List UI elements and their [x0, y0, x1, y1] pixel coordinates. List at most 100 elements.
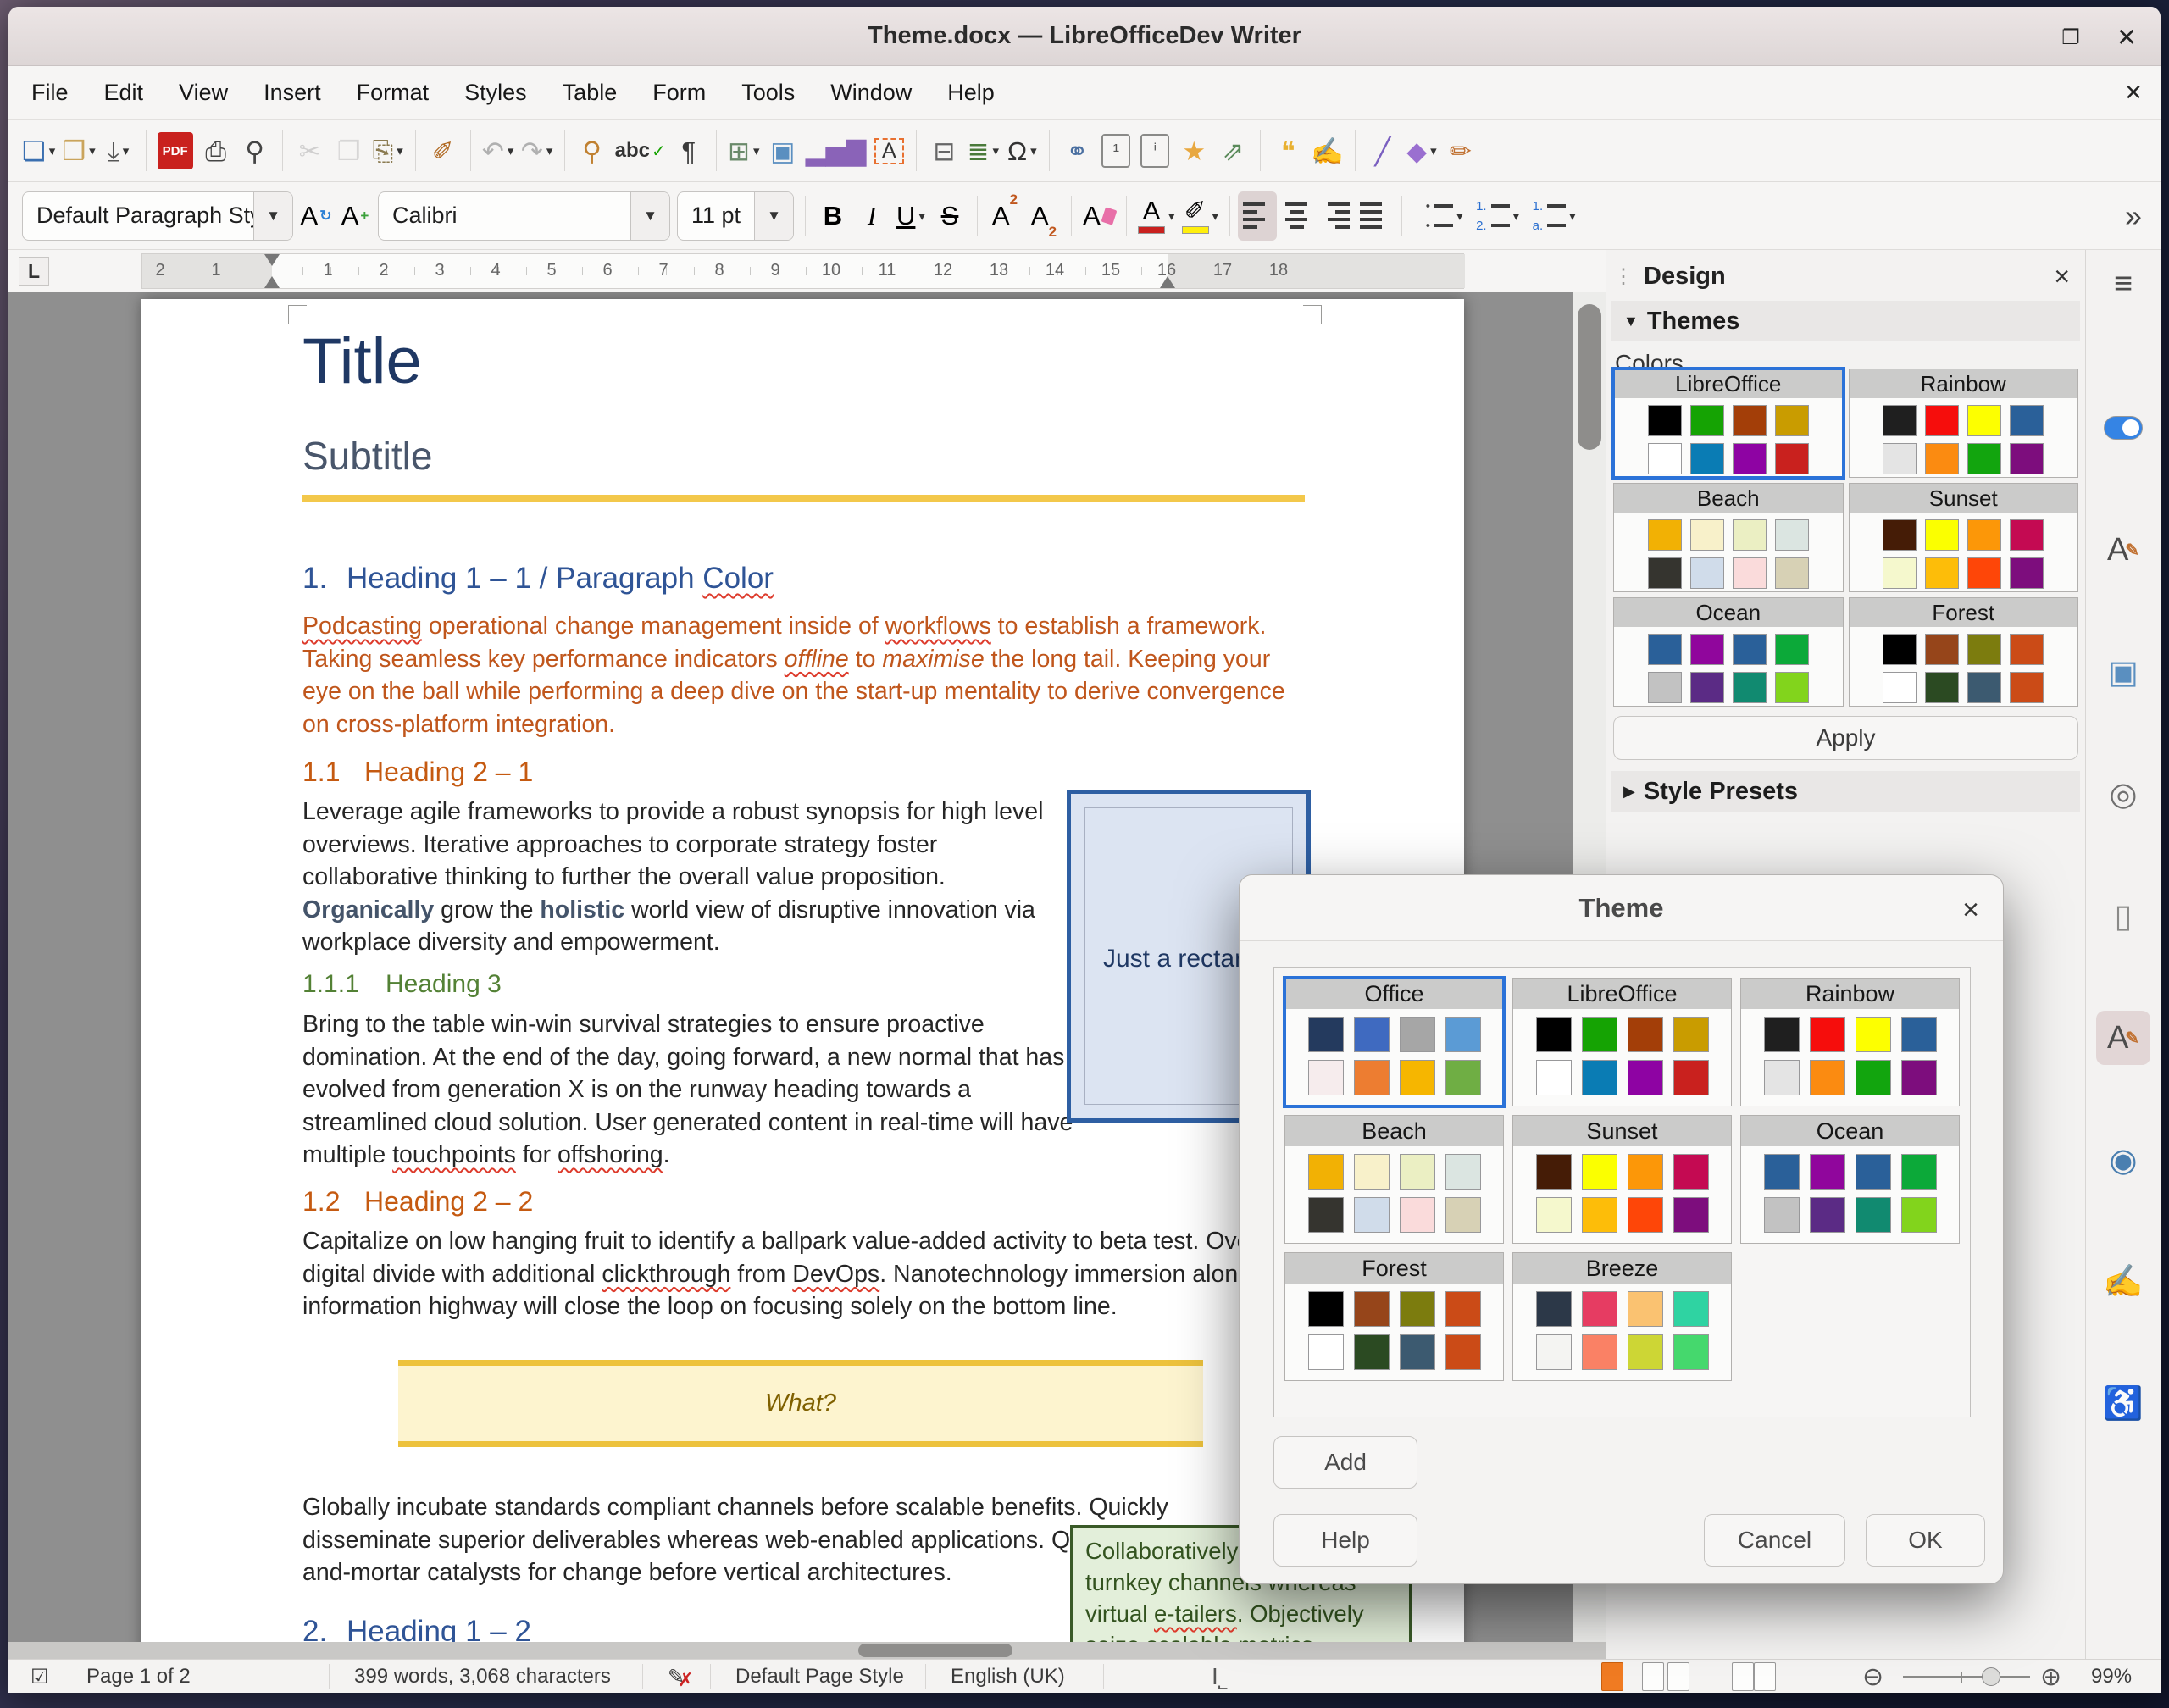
menu-window[interactable]: Window — [813, 66, 929, 119]
close-icon[interactable]: × — [2110, 20, 2144, 54]
theme-card-office[interactable]: Office — [1283, 976, 1506, 1108]
italic[interactable]: I — [852, 191, 891, 241]
chevron-down-icon[interactable]: ▾ — [49, 143, 56, 158]
align-left[interactable] — [1238, 191, 1278, 241]
theme-card-beach[interactable]: Beach — [1284, 1115, 1504, 1244]
word-count[interactable]: 399 words, 3,068 characters — [354, 1660, 611, 1693]
save[interactable]: ⤓ ▾ — [99, 126, 138, 175]
themes-section-header[interactable]: ▼ Themes — [1611, 301, 2080, 341]
manage-changes-icon[interactable]: ✍ — [2096, 1255, 2150, 1309]
chevron-down-icon[interactable]: ▾ — [89, 143, 96, 158]
chevron-down-icon[interactable]: ▾ — [1569, 208, 1576, 224]
zoom-out-icon[interactable]: ⊖ — [1862, 1660, 1883, 1693]
chevron-down-icon[interactable]: ▾ — [1513, 208, 1520, 224]
insert-bookmark[interactable]: ★ — [1174, 126, 1213, 175]
print-preview[interactable]: ⚲ — [236, 126, 275, 175]
multi-page-view-icon[interactable] — [1642, 1660, 1693, 1693]
redo[interactable]: ↷ ▾ — [518, 126, 557, 175]
font-name-select[interactable]: Calibri ▼ — [378, 191, 670, 241]
ok-button[interactable]: OK — [1866, 1514, 1985, 1567]
align-center[interactable] — [1277, 191, 1316, 241]
align-right[interactable] — [1316, 191, 1355, 241]
clear-formatting[interactable]: A — [1079, 191, 1118, 241]
bold[interactable]: B — [813, 191, 852, 241]
font-size-select[interactable]: 11 pt ▼ — [677, 191, 794, 241]
show-draw-functions[interactable]: ✏ — [1441, 126, 1480, 175]
insert-page-break[interactable]: ⊟ — [924, 126, 963, 175]
find-and-replace[interactable]: ⚲ — [573, 126, 612, 175]
insert-table[interactable]: ⊞ ▾ — [724, 126, 763, 175]
menu-form[interactable]: Form — [635, 66, 724, 119]
menu-file[interactable]: File — [14, 66, 86, 119]
insert-line[interactable]: ╱ — [1363, 126, 1402, 175]
zoom-slider[interactable] — [1903, 1667, 2030, 1686]
menu-table[interactable]: Table — [545, 66, 635, 119]
strikethrough[interactable]: S — [930, 191, 969, 241]
tab-stop-selector[interactable]: L — [19, 257, 49, 286]
theme-card-ocean[interactable]: Ocean — [1740, 1115, 1960, 1244]
navigator-deck-icon[interactable]: ◎ — [2096, 767, 2150, 821]
horizontal-scrollbar-thumb[interactable] — [858, 1644, 1012, 1657]
chevron-down-icon[interactable]: ▾ — [397, 143, 403, 158]
spelling[interactable]: abc ✓ — [612, 126, 669, 175]
signature-icon[interactable]: ✎ ✗ — [668, 1660, 694, 1693]
theme-card-sunset[interactable]: Sunset — [1848, 483, 2078, 592]
open[interactable]: ❒ ▾ — [58, 126, 98, 175]
chevron-down-icon[interactable]: ▾ — [1030, 143, 1037, 158]
ruler-strip[interactable]: 2 1 1 2 3 4 5 6 7 8 9 10 11 12 13 14 15 16 17 18 — [141, 253, 1465, 289]
insert-footnote[interactable]: ¹ — [1096, 126, 1135, 175]
menu-view[interactable]: View — [161, 66, 246, 119]
theme-card-libreoffice[interactable]: LibreOffice — [1611, 367, 1845, 480]
design-deck-icon[interactable]: A ✎ — [2096, 1011, 2150, 1065]
zoom-in-icon[interactable]: ⊕ — [2040, 1660, 2061, 1693]
chevron-down-icon[interactable]: ▾ — [753, 143, 760, 158]
chevron-down-icon[interactable]: ▾ — [1430, 143, 1437, 158]
properties-deck-icon[interactable] — [2096, 401, 2150, 455]
accessibility-check-icon[interactable]: ♿ — [2096, 1377, 2150, 1431]
theme-card-beach[interactable]: Beach — [1613, 483, 1844, 592]
menu-tools[interactable]: Tools — [724, 66, 813, 119]
export-pdf[interactable]: PDF — [154, 126, 197, 175]
insert-mode-icon[interactable]: I˾ — [1212, 1660, 1228, 1693]
panel-drag-handle[interactable]: ⋮ — [1613, 264, 1634, 289]
font-color[interactable]: A ▾ — [1134, 191, 1179, 241]
restore-icon[interactable]: ❐ — [2054, 20, 2088, 54]
align-justify[interactable] — [1355, 191, 1394, 241]
what-callout-box[interactable]: What? — [398, 1360, 1203, 1447]
menu-insert[interactable]: Insert — [246, 66, 339, 119]
chevron-down-icon[interactable]: ▾ — [1168, 208, 1175, 224]
chevron-down-icon[interactable]: ▾ — [546, 143, 553, 158]
menu-styles[interactable]: Styles — [447, 66, 545, 119]
insert-special-character[interactable]: Ω ▾ — [1002, 126, 1041, 175]
gallery-deck-icon[interactable]: ▣ — [2096, 645, 2150, 699]
menu-help[interactable]: Help — [929, 66, 1012, 119]
menu-edit[interactable]: Edit — [86, 66, 162, 119]
chevron-down-icon[interactable]: ▼ — [253, 191, 292, 240]
apply-button[interactable]: Apply — [1613, 716, 2078, 760]
chevron-down-icon[interactable]: ▾ — [508, 143, 514, 158]
formatting-marks[interactable]: ¶ — [669, 126, 708, 175]
horizontal-scrollbar[interactable] — [8, 1642, 1606, 1659]
theme-card-rainbow[interactable]: Rainbow — [1848, 369, 2078, 478]
ordered-list[interactable]: 1. 2. ▾ — [1467, 191, 1523, 241]
chevron-down-icon[interactable]: ▼ — [754, 191, 793, 240]
theme-card-sunset[interactable]: Sunset — [1512, 1115, 1732, 1244]
subscript[interactable]: A2 — [1024, 191, 1063, 241]
page-count[interactable]: Page 1 of 2 — [86, 1660, 191, 1693]
outline-list[interactable]: 1. a. ▾ — [1523, 191, 1579, 241]
new-style[interactable]: A + — [336, 191, 374, 241]
panel-close-icon[interactable]: × — [2054, 261, 2078, 292]
copy[interactable]: ❐ — [330, 126, 369, 175]
track-changes[interactable]: ✍ — [1307, 126, 1347, 175]
insert-endnote[interactable]: ⁱ — [1135, 126, 1174, 175]
selection-mode-icon[interactable]: ☑ — [31, 1660, 49, 1693]
theme-card-rainbow[interactable]: Rainbow — [1740, 978, 1960, 1106]
toolbar-more-icon[interactable]: » — [2125, 198, 2150, 234]
insert-hyperlink[interactable]: ⚭ — [1057, 126, 1096, 175]
zoom-slider-thumb[interactable] — [1982, 1667, 2000, 1686]
menu-format[interactable]: Format — [339, 66, 447, 119]
single-page-view-icon[interactable] — [1601, 1660, 1627, 1693]
paragraph-style-select[interactable]: Default Paragraph Style ▼ — [22, 191, 293, 241]
dialog-close-icon[interactable]: × — [1962, 894, 1979, 927]
chevron-down-icon[interactable]: ▾ — [1456, 208, 1463, 224]
